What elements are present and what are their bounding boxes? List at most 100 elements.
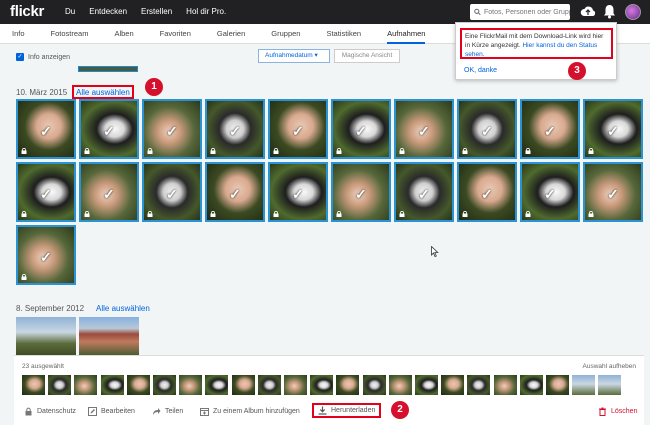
info-toggle-label: Info anzeigen: [28, 53, 71, 61]
selected-thumbnail[interactable]: [598, 375, 622, 395]
selected-photo[interactable]: ✓: [268, 162, 328, 222]
selected-thumbnail[interactable]: [22, 375, 45, 395]
selected-photo[interactable]: ✓: [331, 162, 391, 222]
lock-icon: [21, 274, 27, 280]
tab-fotostream[interactable]: Fotostream: [51, 24, 89, 44]
selected-thumbnail[interactable]: [415, 375, 438, 395]
selected-photo[interactable]: ✓: [520, 99, 580, 159]
lock-icon: [525, 148, 531, 154]
checkbox-checked-icon[interactable]: ✓: [16, 53, 24, 61]
selected-photo[interactable]: ✓: [457, 99, 517, 159]
selected-thumbnail[interactable]: [336, 375, 360, 395]
selected-photo[interactable]: ✓: [16, 99, 76, 159]
tab-info[interactable]: Info: [12, 24, 25, 44]
selected-thumbnail[interactable]: [205, 375, 229, 395]
delete-button[interactable]: Löschen: [598, 407, 637, 416]
clear-selection-link[interactable]: Auswahl aufheben: [583, 363, 637, 370]
selected-photo[interactable]: ✓: [16, 225, 76, 285]
selected-photo[interactable]: ✓: [520, 162, 580, 222]
selected-photo[interactable]: ✓: [457, 162, 517, 222]
lock-icon: [21, 211, 27, 217]
add-to-album-button[interactable]: Zu einem Album hinzufügen: [200, 407, 300, 416]
selected-thumbnail[interactable]: [100, 375, 124, 395]
selected-thumbnail[interactable]: [74, 375, 98, 395]
selected-thumbnail[interactable]: [310, 375, 334, 395]
photo-thumbnail[interactable]: [79, 317, 139, 355]
nav-pro[interactable]: Hol dir Pro.: [179, 0, 233, 24]
sort-dropdown[interactable]: Aufnahmedatum ▾: [258, 49, 330, 63]
select-all-link[interactable]: Alle auswählen: [96, 304, 150, 313]
selected-thumbnail[interactable]: [284, 375, 307, 395]
selected-thumbnail[interactable]: [257, 375, 281, 395]
selected-thumbnail[interactable]: [441, 375, 465, 395]
tab-gruppen[interactable]: Gruppen: [271, 24, 300, 44]
nav-entdecken[interactable]: Entdecken: [82, 0, 134, 24]
selected-photo[interactable]: ✓: [142, 162, 202, 222]
nav-du[interactable]: Du: [58, 0, 82, 24]
magic-view-button[interactable]: Magische Ansicht: [334, 49, 400, 63]
lock-icon: [336, 148, 342, 154]
tab-galerien[interactable]: Galerien: [217, 24, 245, 44]
selected-thumbnail[interactable]: [493, 375, 517, 395]
select-all-link[interactable]: Alle auswählen: [76, 88, 130, 97]
selected-photo[interactable]: ✓: [142, 99, 202, 159]
selected-photo[interactable]: ✓: [16, 162, 76, 222]
search-box[interactable]: [470, 4, 570, 20]
selected-photo[interactable]: ✓: [583, 99, 643, 159]
selected-thumbnail[interactable]: [362, 375, 386, 395]
selected-thumbnail[interactable]: [546, 375, 569, 395]
bell-icon[interactable]: [603, 4, 616, 19]
selected-photo[interactable]: ✓: [394, 99, 454, 159]
tab-alben[interactable]: Alben: [114, 24, 133, 44]
tab-aufnahmen[interactable]: Aufnahmen: [387, 24, 426, 44]
share-label: Teilen: [165, 408, 184, 415]
info-toggle[interactable]: ✓ Info anzeigen: [16, 53, 70, 61]
edit-button[interactable]: Bearbeiten: [88, 407, 135, 416]
download-button[interactable]: Herunterladen: [312, 403, 382, 418]
search-input[interactable]: [484, 8, 570, 16]
selected-photo[interactable]: ✓: [205, 99, 265, 159]
selected-thumbnail[interactable]: [572, 375, 596, 395]
lock-icon: [273, 148, 279, 154]
selected-thumbnail[interactable]: [519, 375, 543, 395]
upload-cloud-icon[interactable]: [580, 5, 596, 19]
download-icon: [318, 406, 327, 415]
checkmark-icon: ✓: [166, 123, 178, 139]
selected-photo[interactable]: ✓: [394, 162, 454, 222]
selected-photo[interactable]: ✓: [205, 162, 265, 222]
top-bar: flickr Du Entdecken Erstellen Hol dir Pr…: [0, 0, 650, 24]
selected-thumbnail[interactable]: [388, 375, 412, 395]
edit-icon: [88, 407, 97, 416]
photo-thumbnail[interactable]: [16, 317, 76, 355]
nav-erstellen[interactable]: Erstellen: [134, 0, 179, 24]
chevron-down-icon: ▾: [314, 52, 318, 59]
selected-thumbnail[interactable]: [179, 375, 203, 395]
selected-thumbnail[interactable]: [467, 375, 491, 395]
checkmark-icon: ✓: [355, 123, 367, 139]
selected-photo[interactable]: ✓: [268, 99, 328, 159]
lock-icon: [336, 211, 342, 217]
album-icon: [200, 408, 209, 416]
avatar[interactable]: [625, 4, 641, 20]
selected-photo[interactable]: ✓: [79, 162, 139, 222]
checkmark-icon: ✓: [229, 186, 241, 202]
share-button[interactable]: Teilen: [152, 407, 183, 416]
tab-statistiken[interactable]: Statistiken: [326, 24, 361, 44]
selected-thumbnail[interactable]: [231, 375, 255, 395]
flickr-logo[interactable]: flickr: [10, 3, 44, 20]
lock-icon: [525, 211, 531, 217]
popup-message-highlight: Eine FlickrMail mit dem Download-Link wi…: [460, 28, 613, 59]
tab-favoriten[interactable]: Favoriten: [160, 24, 191, 44]
privacy-button[interactable]: Datenschutz: [24, 407, 76, 416]
selected-thumbnail[interactable]: [153, 375, 176, 395]
selected-photo[interactable]: ✓: [331, 99, 391, 159]
section-date: 10. März 2015: [16, 88, 68, 97]
selected-thumbnail[interactable]: [126, 375, 150, 395]
selected-thumbnail[interactable]: [48, 375, 72, 395]
checkmark-icon: ✓: [40, 186, 52, 202]
selected-photo[interactable]: ✓: [79, 99, 139, 159]
selected-photo[interactable]: ✓: [583, 162, 643, 222]
ok-button[interactable]: OK, danke: [464, 67, 497, 74]
checkmark-icon: ✓: [607, 186, 619, 202]
search-icon: [474, 8, 481, 16]
